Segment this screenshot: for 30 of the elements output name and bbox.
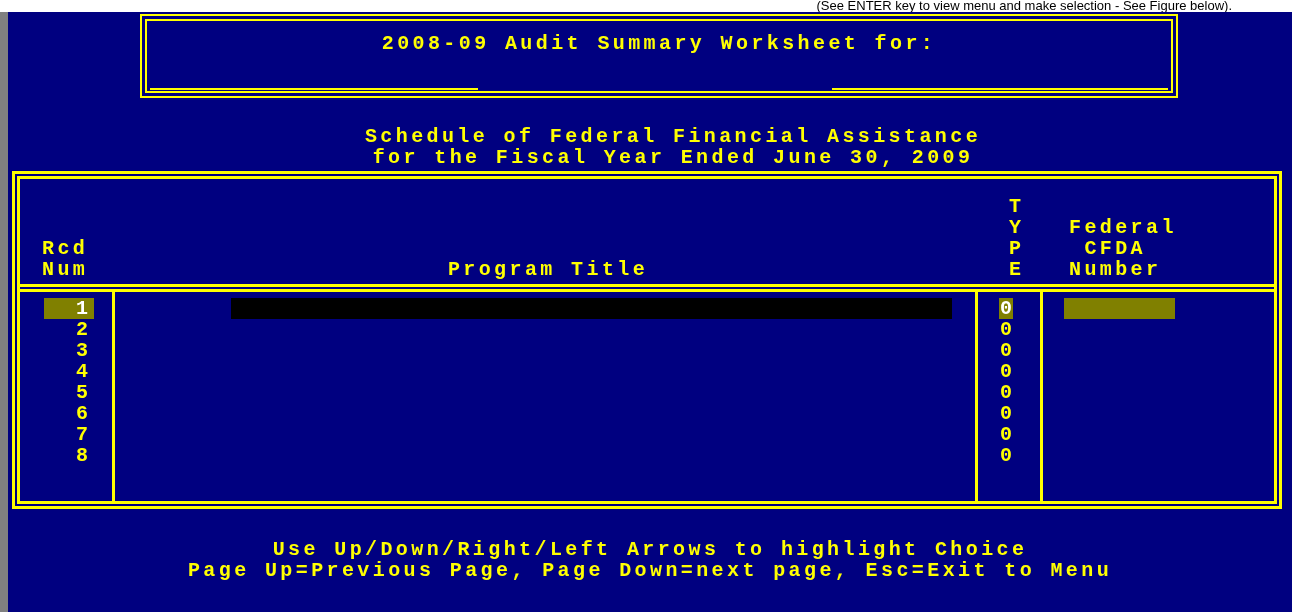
type-value: 0 [999, 445, 1013, 466]
record-number: 8 [76, 445, 89, 466]
fill-in-line[interactable] [150, 88, 478, 90]
worksheet-title: 2008-09 Audit Summary Worksheet for: [380, 31, 938, 54]
column-header: TYPE [1009, 196, 1021, 280]
record-number: 7 [76, 424, 89, 445]
instruction-note: (See ENTER key to view menu and make selection - See Figure below). [816, 0, 1232, 12]
instruction-text: Use Up/Down/Right/Left Arrows to highlight Choice [272, 539, 1028, 560]
program-title-field[interactable] [231, 298, 952, 319]
record-number: 3 [76, 340, 89, 361]
column-header: Federal CFDA Number [1069, 216, 1177, 281]
cfda-number-field[interactable] [1064, 298, 1175, 319]
record-number: 1 [44, 298, 94, 319]
type-value: 0 [999, 298, 1013, 319]
column-header: Program Title [447, 258, 649, 281]
instruction-text: Page Up=Previous Page, Page Down=next page, Esc=Exit to Menu [187, 560, 1113, 581]
record-number: 2 [76, 319, 89, 340]
type-value: 0 [999, 361, 1013, 382]
record-number: 5 [76, 382, 89, 403]
subtitle-text: Schedule of Federal Financial Assistance [364, 126, 982, 147]
type-value: 0 [999, 403, 1013, 424]
column-header: Rcd Num [42, 237, 89, 281]
record-number: 6 [76, 403, 89, 424]
type-value: 0 [999, 424, 1013, 445]
record-number: 4 [76, 361, 89, 382]
type-value: 0 [999, 319, 1013, 340]
subtitle-text: for the Fiscal Year Ended June 30, 2009 [372, 147, 974, 168]
fill-in-line[interactable] [832, 88, 1168, 90]
type-value: 0 [999, 382, 1013, 403]
type-value: 0 [999, 340, 1013, 361]
